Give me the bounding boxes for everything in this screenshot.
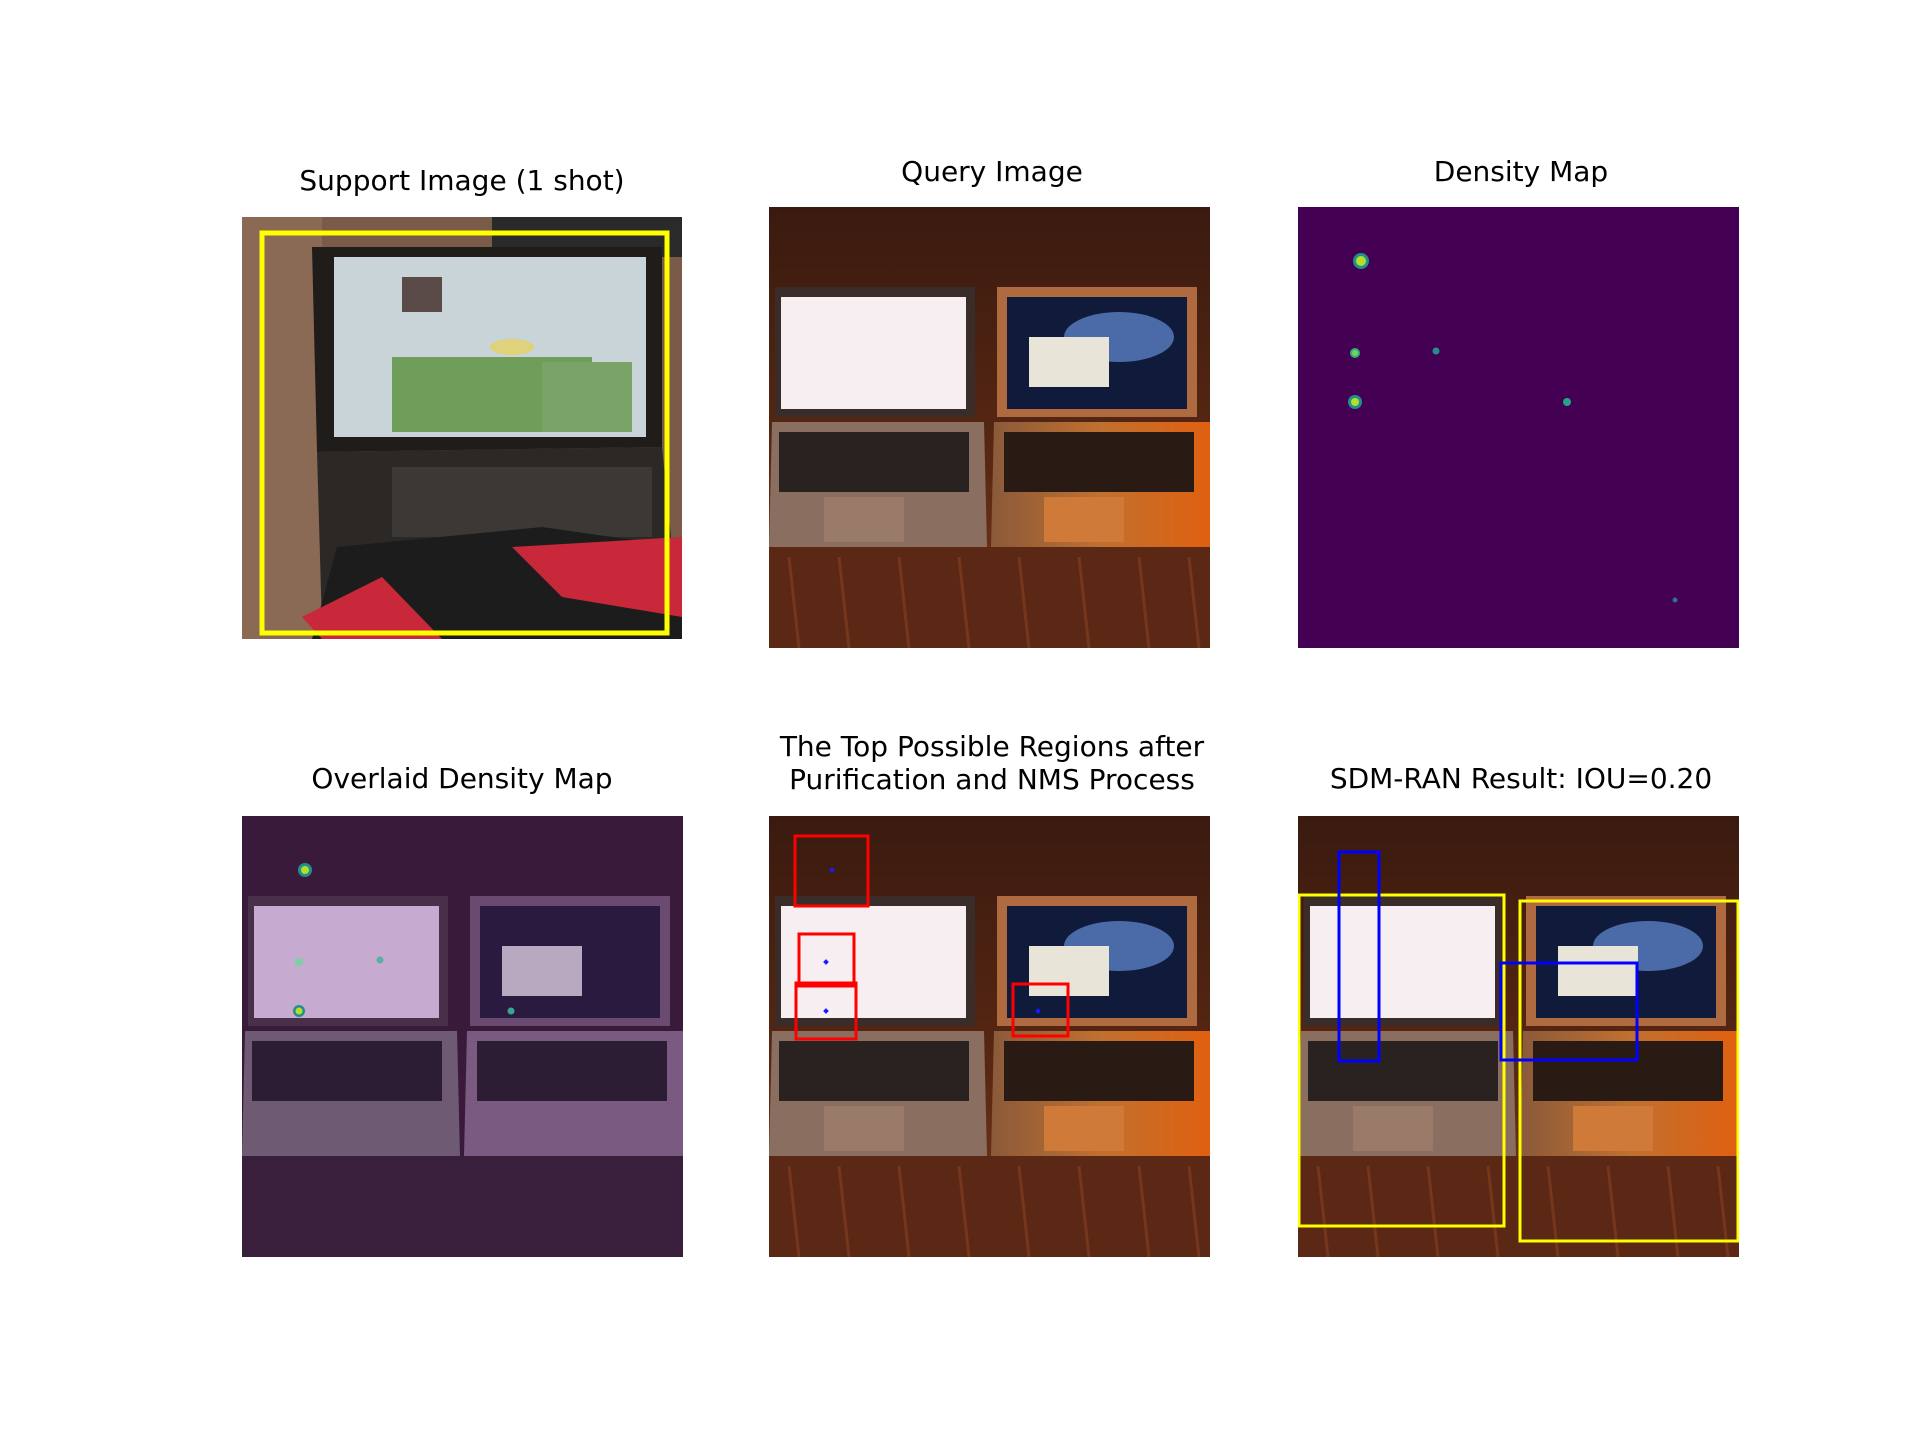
overlaid-density-map [242, 816, 683, 1257]
support-image-title: Support Image (1 shot) [299, 164, 625, 197]
density-map [1298, 207, 1739, 648]
top-regions-image [769, 816, 1210, 1257]
query-image-title: Query Image [901, 155, 1083, 188]
result-image [1298, 816, 1739, 1257]
overlaid-density-map-title: Overlaid Density Map [311, 762, 613, 795]
support-image [242, 217, 682, 639]
density-map-title: Density Map [1433, 155, 1609, 188]
top-regions-title: The Top Possible Regions after Purificat… [779, 730, 1205, 796]
result-title: SDM-RAN Result: IOU=0.20 [1329, 762, 1713, 795]
query-image [769, 207, 1210, 648]
